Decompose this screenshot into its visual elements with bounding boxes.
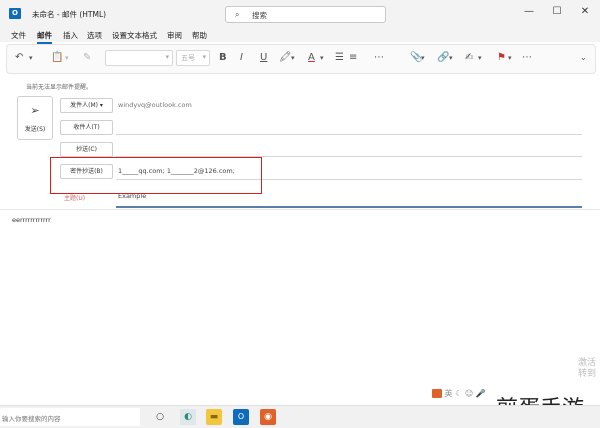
chevron-down-icon: ▾	[202, 53, 206, 61]
tray-icons: 英 ☾ ☺ 🎤	[432, 388, 486, 399]
minimize-button[interactable]: —	[521, 6, 537, 17]
to-input[interactable]	[116, 134, 582, 135]
highlight-icon[interactable]: 🖍	[279, 52, 292, 64]
flag-icon[interactable]: ⚑	[497, 52, 506, 64]
highlight-box	[50, 157, 262, 194]
close-button[interactable]: ✕	[577, 6, 593, 17]
search-icon: ⌕	[235, 10, 240, 19]
emoji-icon: ☺	[464, 389, 474, 398]
signature-icon[interactable]: ✍	[465, 52, 473, 64]
mic-icon: 🎤	[475, 389, 486, 398]
font-size-value: 五号	[181, 54, 195, 62]
app-icon	[432, 389, 442, 398]
body-divider	[0, 209, 600, 210]
outlook-taskbar-icon[interactable]: O	[233, 409, 249, 425]
send-label: 发送(S)	[24, 126, 46, 133]
ribbon-expand-icon[interactable]: ⌄	[580, 52, 587, 64]
subject-label: 主题(U)	[64, 195, 86, 202]
menu-options[interactable]: 选项	[87, 30, 102, 41]
menu-help[interactable]: 帮助	[192, 30, 207, 41]
numbering-icon[interactable]: ≡	[349, 52, 357, 64]
font-size-select[interactable]: 五号 ▾	[176, 50, 210, 66]
send-icon: ➢	[30, 104, 40, 117]
highlight-dropdown-icon[interactable]: ▾	[291, 52, 295, 64]
bullets-icon[interactable]: ☰	[335, 52, 344, 64]
cc-button[interactable]: 抄送(C)	[60, 142, 113, 157]
italic-button[interactable]: I	[240, 52, 243, 64]
undo-icon[interactable]: ↶	[15, 52, 23, 64]
to-button[interactable]: 收件人(T)	[60, 120, 113, 135]
chevron-down-icon: ▾	[165, 53, 169, 61]
font-color-icon[interactable]: A	[308, 52, 315, 64]
from-button[interactable]: 发件人(M) ▾	[60, 98, 113, 113]
file-explorer-icon[interactable]: ▬	[206, 409, 222, 425]
title-bar: O 未命名 - 邮件 (HTML) ⌕ 搜索 — ☐ ✕	[0, 0, 600, 28]
underline-button[interactable]: U	[260, 52, 267, 64]
compose-form: 当前无法显示邮件提醒。 ➢ 发送(S) 发件人(M) ▾ windyvq@out…	[12, 78, 590, 378]
search-input[interactable]: ⌕ 搜索	[225, 6, 386, 23]
menu-format-text[interactable]: 设置文本格式	[112, 30, 157, 41]
task-view-icon[interactable]: ○	[152, 409, 168, 425]
from-value: windyvq@outlook.com	[118, 101, 192, 109]
activation-watermark: 激活 转到	[578, 358, 597, 379]
link-dropdown-icon[interactable]: ▾	[449, 52, 453, 64]
taskbar-search-input[interactable]: 输入你要搜索的内容	[0, 408, 140, 426]
app-taskbar-icon[interactable]: ◉	[260, 409, 276, 425]
message-body[interactable]: eerrrrrrrrrrrr	[12, 216, 51, 224]
menu-insert[interactable]: 插入	[63, 30, 78, 41]
font-color-dropdown-icon[interactable]: ▾	[320, 52, 324, 64]
moon-icon: ☾	[455, 389, 463, 398]
edge-icon[interactable]: ◐	[180, 409, 196, 425]
link-icon[interactable]: 🔗	[437, 52, 449, 64]
taskbar-search-placeholder: 输入你要搜索的内容	[2, 415, 61, 423]
bold-button[interactable]: B	[219, 52, 227, 64]
from-label: 发件人(M)	[70, 102, 98, 109]
menu-bar: 文件 邮件 插入 选项 设置文本格式 审阅 帮助	[0, 28, 600, 44]
more-options-icon[interactable]: ⋯	[522, 52, 532, 64]
search-placeholder: 搜索	[252, 11, 267, 20]
taskbar: 输入你要搜索的内容 ○ ◐ ▬ O ◉	[0, 405, 600, 428]
paste-dropdown-icon[interactable]: ▾	[65, 52, 69, 64]
outlook-icon: O	[9, 8, 21, 19]
more-options-icon[interactable]: ⋯	[374, 52, 384, 64]
send-button[interactable]: ➢ 发送(S)	[17, 96, 53, 140]
flag-dropdown-icon[interactable]: ▾	[508, 52, 512, 64]
undo-dropdown-icon[interactable]: ▾	[29, 52, 33, 64]
menu-file[interactable]: 文件	[11, 30, 26, 41]
subject-underline	[116, 206, 582, 208]
info-bar: 当前无法显示邮件提醒。	[26, 84, 93, 91]
paste-icon[interactable]: 📋	[51, 52, 63, 64]
menu-message[interactable]: 邮件	[37, 30, 52, 44]
ribbon-toolbar: ↶ ▾ 📋 ▾ ✎ ▾ 五号 ▾ B I U 🖍 ▾ A ▾ ☰ ≡ ⋯ 📎 ▾…	[6, 44, 596, 74]
chinese-input-icon: 英	[444, 389, 453, 398]
font-family-select[interactable]: ▾	[105, 50, 173, 66]
attach-dropdown-icon[interactable]: ▾	[421, 52, 425, 64]
menu-review[interactable]: 审阅	[167, 30, 182, 41]
format-painter-icon[interactable]: ✎	[83, 52, 91, 64]
maximize-button[interactable]: ☐	[549, 6, 565, 17]
signature-dropdown-icon[interactable]: ▾	[478, 52, 482, 64]
window-title: 未命名 - 邮件 (HTML)	[32, 10, 107, 19]
